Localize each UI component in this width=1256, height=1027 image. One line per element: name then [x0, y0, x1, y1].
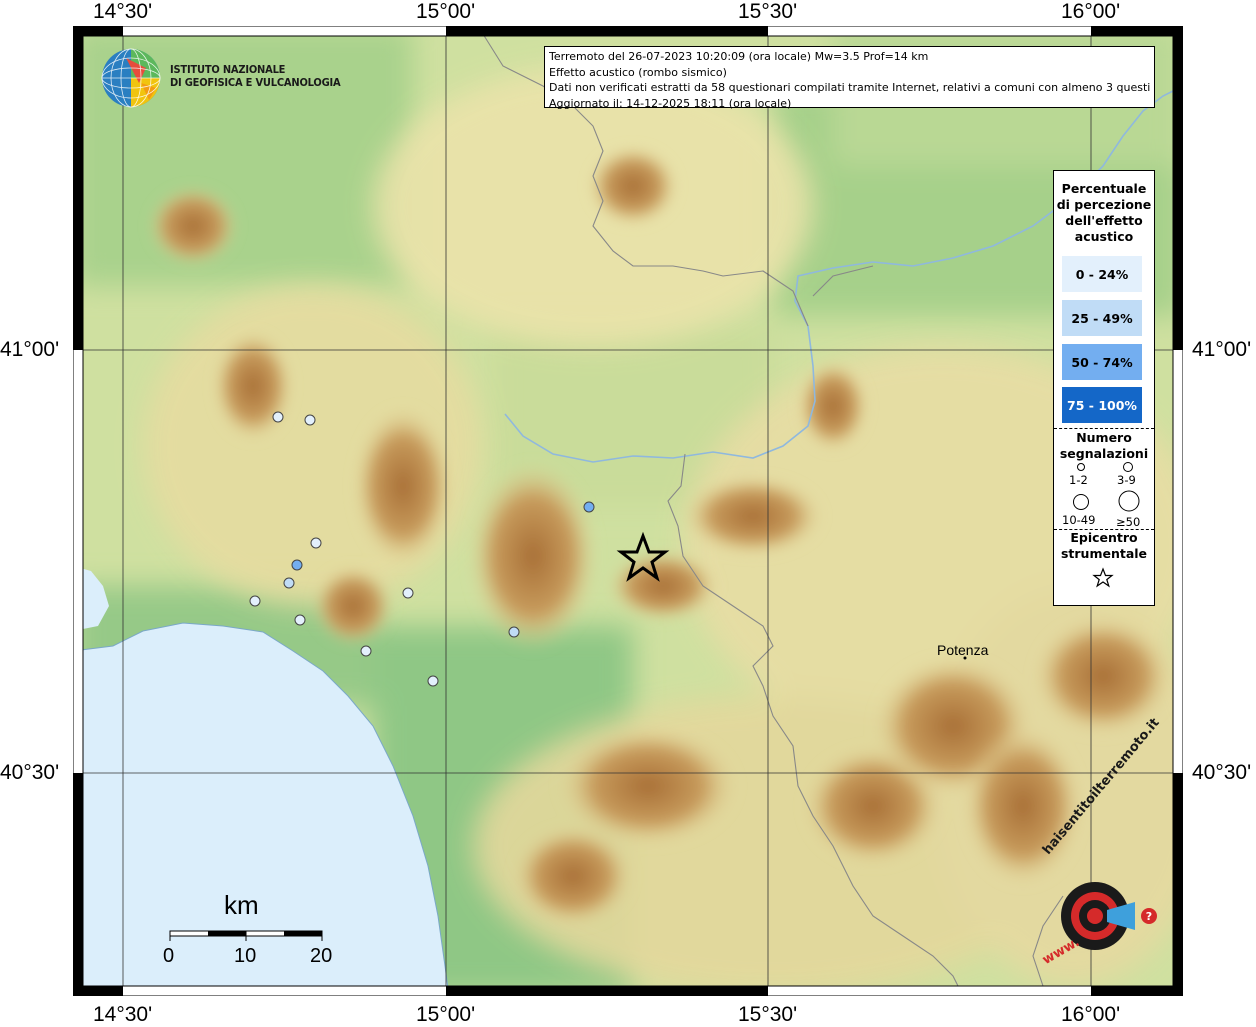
- info-line: Terremoto del 26-07-2023 10:20:09 (ora l…: [549, 50, 929, 63]
- legend-title-line: di percezione: [1056, 197, 1152, 212]
- info-line: Aggiornato il: 14-12-2025 18:11 (ora loc…: [549, 96, 792, 110]
- bottom-tick-label: 15°00': [416, 1003, 476, 1026]
- legend-star-icon: [1092, 567, 1114, 588]
- bottom-tick-label: 16°00': [1061, 1003, 1121, 1026]
- count-symbol-icon: [1077, 463, 1085, 471]
- legend-title-line: Percentuale: [1061, 181, 1147, 196]
- count-symbol-icon: [1118, 490, 1140, 512]
- scale-tick: 20: [310, 945, 333, 967]
- report-point[interactable]: [304, 414, 316, 426]
- report-point[interactable]: [360, 645, 372, 657]
- report-point[interactable]: [583, 501, 595, 513]
- info-line: Effetto acustico (rombo sismico): [549, 65, 727, 79]
- logo-line: ISTITUTO NAZIONALE: [170, 63, 286, 76]
- top-tick-label: 15°30': [738, 0, 798, 23]
- legend-class-box: 75 - 100%: [1062, 387, 1142, 423]
- legend-title-line: dell'effetto: [1065, 213, 1143, 228]
- count-label: 10-49: [1062, 513, 1096, 527]
- info-line: Dati non verificati estratti da 58 quest…: [549, 81, 1150, 94]
- legend-divider: [1054, 428, 1154, 429]
- svg-text:?: ?: [1146, 910, 1152, 923]
- scale-tick: 10: [234, 945, 257, 967]
- legend: Percentuale di percezione dell'effetto a…: [1053, 170, 1155, 606]
- report-point[interactable]: [427, 675, 439, 687]
- count-symbols: [1073, 462, 1140, 512]
- epicenter-title: Epicentro strumentale: [1054, 530, 1154, 562]
- report-point[interactable]: [508, 626, 520, 638]
- info-box: Terremoto del 26-07-2023 10:20:09 (ora l…: [544, 46, 1155, 110]
- report-point[interactable]: [310, 537, 322, 549]
- report-point[interactable]: [402, 587, 414, 599]
- right-tick-label: 41°00': [1192, 338, 1252, 361]
- logo-line: DI GEOFISICA E VULCANOLOGIA: [170, 76, 341, 89]
- scale-bar: km 0 10 20: [160, 890, 340, 970]
- report-point[interactable]: [272, 411, 284, 423]
- epicenter-title-line: strumentale: [1060, 546, 1148, 561]
- count-title: Numero segnalazioni: [1054, 430, 1154, 462]
- report-point[interactable]: [294, 614, 306, 626]
- count-label: 1-2: [1069, 473, 1088, 487]
- count-label: ≥50: [1116, 515, 1141, 529]
- top-tick-label: 14°30': [93, 0, 153, 23]
- count-symbol-icon: [1123, 462, 1133, 472]
- ingv-logo-icon: [101, 48, 161, 108]
- top-tick-label: 16°00': [1061, 0, 1121, 23]
- count-label: 3-9: [1117, 473, 1136, 487]
- legend-title: Percentuale di percezione dell'effetto a…: [1054, 181, 1154, 245]
- legend-class-box: 0 - 24%: [1062, 256, 1142, 292]
- top-tick-label: 15°00': [416, 0, 476, 23]
- bottom-tick-label: 14°30': [93, 1003, 153, 1026]
- report-point[interactable]: [249, 595, 261, 607]
- left-tick-label: 40°30': [0, 761, 60, 784]
- count-title-line: Numero: [1076, 430, 1132, 445]
- scale-bar-graphic: [169, 930, 323, 941]
- scale-unit: km: [224, 890, 259, 920]
- place-label-potenza: Potenza: [937, 642, 989, 658]
- map[interactable]: Potenza ?: [73, 26, 1183, 996]
- count-symbol-icon: [1073, 494, 1089, 510]
- legend-class-box: 50 - 74%: [1062, 344, 1142, 380]
- legend-title-line: acustico: [1074, 229, 1134, 244]
- epicenter-title-line: Epicentro: [1070, 530, 1138, 545]
- legend-class-box: 25 - 49%: [1062, 300, 1142, 336]
- report-point[interactable]: [283, 577, 295, 589]
- bottom-tick-label: 15°30': [738, 1003, 798, 1026]
- ingv-logo-text: ISTITUTO NAZIONALE DI GEOFISICA E VULCAN…: [170, 63, 341, 89]
- report-point[interactable]: [291, 559, 303, 571]
- scale-tick: 0: [163, 945, 175, 967]
- right-tick-label: 40°30': [1192, 761, 1252, 784]
- left-tick-label: 41°00': [0, 338, 60, 361]
